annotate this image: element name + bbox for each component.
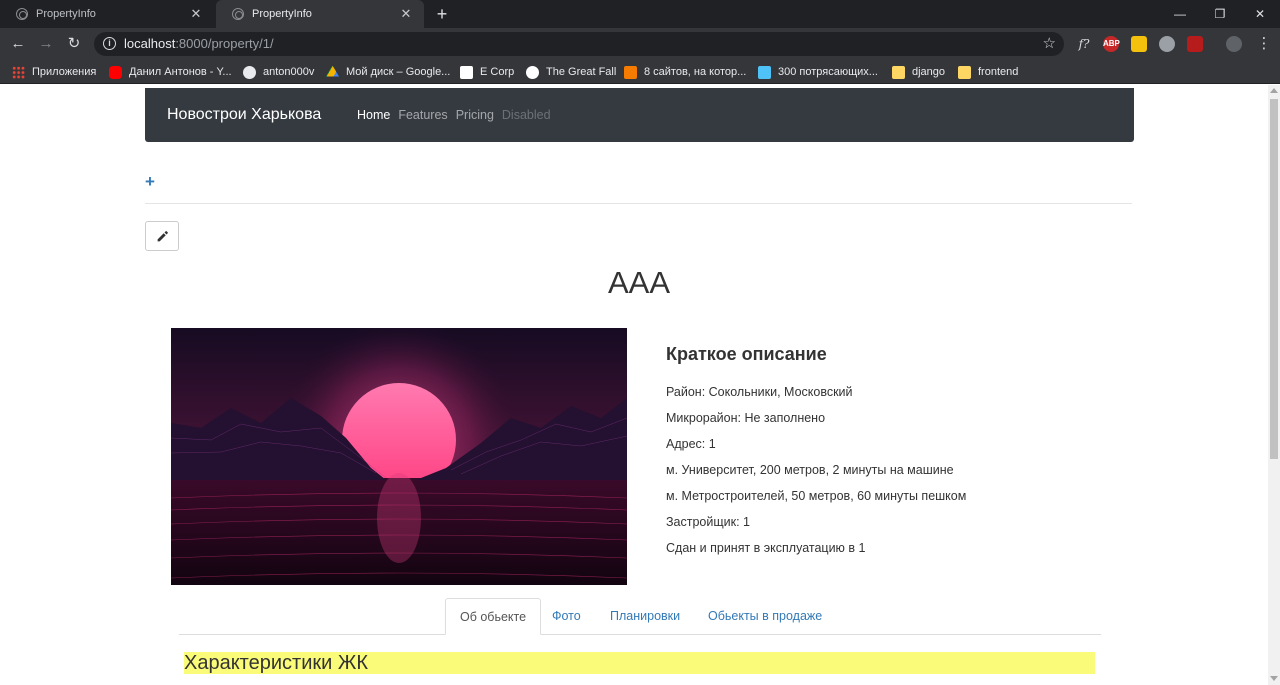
navbar-links: Home Features Pricing Disabled [357,108,559,122]
short-description: Краткое описание Район: Сокольники, Моск… [666,344,966,567]
page-scrollbar[interactable] [1268,85,1280,685]
menu-dots-icon[interactable]: ⋮ [1252,33,1276,55]
bookmark-label: E Corp [480,66,515,78]
apps-grid-icon [12,65,25,79]
close-icon[interactable]: ✕ [398,6,414,22]
ecorp-icon [460,65,473,79]
bookmark-label: frontend [978,66,1019,78]
minimize-icon[interactable]: — [1160,0,1200,28]
scroll-up-icon[interactable] [1270,88,1278,93]
scrollbar-thumb[interactable] [1270,99,1278,459]
youtube-icon [109,65,122,79]
folder-icon [958,65,971,79]
tab-photos[interactable]: Фото [538,598,595,635]
browser-tab-strip: PropertyInfo ✕ PropertyInfo ✕ + — ❐ ✕ [0,0,1280,28]
site-info-icon[interactable]: i [103,37,116,50]
browser-tab-title: PropertyInfo [252,8,312,20]
adblock-extension-icon[interactable]: ABP [1103,36,1120,52]
url-text[interactable]: localhost:8000/property/1/ [124,36,274,51]
forward-arrow-icon[interactable]: → [34,33,58,55]
globe-icon [232,8,244,20]
detail-district: Район: Сокольники, Московский [666,385,853,399]
nav-link-pricing[interactable]: Pricing [456,108,494,122]
bookmark-item[interactable]: Данил Антонов - Y... [109,64,232,80]
github-icon [243,65,256,79]
scroll-down-icon[interactable] [1270,676,1278,681]
bookmark-star-icon[interactable]: ☆ [1043,34,1056,52]
nav-link-home[interactable]: Home [357,108,390,122]
bookmark-label: django [912,66,946,78]
bookmark-label: Приложения [32,66,97,78]
formula-extension-icon[interactable]: f? [1076,36,1092,52]
bookmark-item[interactable]: 8 сайтов, на котор... [624,64,746,80]
bookmark-label: The Great Fall [546,66,617,78]
google-drive-icon [326,65,339,77]
detail-address: Адрес: 1 [666,437,716,451]
bookmark-label: anton000v [263,66,315,78]
pdf-extension-icon[interactable] [1187,36,1203,52]
extension-icon[interactable] [1131,36,1147,52]
detail-commissioned: Сдан и принят в эксплуатацию в 1 [666,541,866,555]
detail-microdistrict: Микрорайон: Не заполнено [666,411,826,425]
back-arrow-icon[interactable]: ← [6,33,30,55]
bookmark-label: Данил Антонов - Y... [129,66,232,78]
bookmark-label: Мой диск – Google... [346,66,451,78]
extension-icon[interactable] [1159,36,1175,52]
bookmark-label: 300 потрясающих... [778,66,878,78]
close-icon[interactable]: ✕ [188,6,204,22]
property-photo [171,328,627,585]
browser-tab[interactable]: PropertyInfo ✕ [0,0,214,28]
tab-about[interactable]: Об обьекте [445,598,542,635]
browser-tab-active[interactable]: PropertyInfo ✕ [216,0,424,28]
bookmark-item[interactable]: anton000v [243,64,314,80]
section-title: Характеристики ЖК [184,652,1095,674]
url-host: localhost [124,36,176,51]
detail-metro-2: м. Метростроителей, 50 метров, 60 минуты… [666,489,967,503]
detail-developer: Застройщик: 1 [666,515,750,529]
site-navbar: Новострои Харькова Home Features Pricing… [145,88,1134,142]
browser-tab-title: PropertyInfo [36,8,96,20]
site-icon [624,65,637,79]
property-tabs: Об обьекте Фото Планировки Обьекты в про… [179,598,1101,635]
detail-metro-1: м. Университет, 200 метров, 2 минуты на … [666,463,954,477]
tab-for-sale[interactable]: Обьекты в продаже [694,598,836,635]
description-heading: Краткое описание [666,344,827,364]
bookmark-item[interactable]: E Corp [460,64,514,80]
folder-icon [892,65,905,79]
profile-avatar[interactable] [1226,36,1242,52]
bookmark-item[interactable]: The Great Fall [526,64,616,80]
reload-icon[interactable]: ↻ [62,33,86,55]
close-window-icon[interactable]: ✕ [1240,0,1280,28]
bookmark-item[interactable]: 300 потрясающих... [758,64,878,80]
browser-toolbar: ← → ↻ i localhost:8000/property/1/ ☆ f? … [0,28,1280,60]
edit-button[interactable] [145,221,179,251]
bookmark-item[interactable]: Приложения [12,64,96,80]
restore-icon[interactable]: ❐ [1200,0,1240,28]
site-icon [758,65,771,79]
divider [145,203,1132,204]
bookmark-label: 8 сайтов, на котор... [644,66,747,78]
bookmark-item[interactable]: frontend [958,64,1018,80]
page-viewport: Новострои Харькова Home Features Pricing… [0,85,1268,685]
great-fall-icon [526,65,539,79]
bookmarks-bar: Приложения Данил Антонов - Y... anton000… [0,60,1280,84]
url-path: :8000/property/1/ [175,36,274,51]
pencil-icon [157,230,168,241]
new-tab-button[interactable]: + [430,2,454,26]
bookmark-item[interactable]: Мой диск – Google... [326,64,450,80]
nav-link-disabled: Disabled [501,108,551,122]
bookmark-item[interactable]: django [892,64,945,80]
tab-layouts[interactable]: Планировки [596,598,694,635]
address-bar[interactable]: i localhost:8000/property/1/ ☆ [94,32,1064,56]
globe-icon [16,8,28,20]
nav-link-features[interactable]: Features [398,108,447,122]
add-icon[interactable]: + [145,173,155,190]
property-title: AAA [607,265,671,300]
navbar-brand[interactable]: Новострои Харькова [167,106,321,124]
